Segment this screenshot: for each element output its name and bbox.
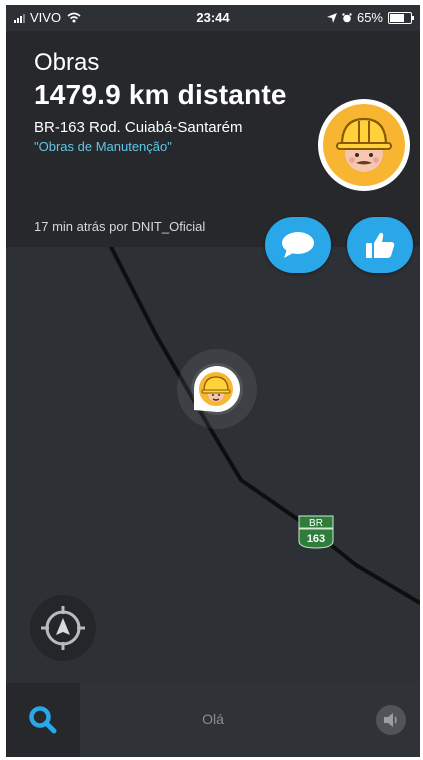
recenter-button[interactable] — [30, 595, 96, 661]
thumbs-up-icon — [366, 232, 395, 258]
shield-number: 163 — [307, 533, 325, 545]
alert-title: Obras — [34, 49, 100, 76]
bottom-bar: Olá — [6, 683, 420, 757]
shield-top-label: BR — [309, 518, 323, 529]
recenter-icon — [41, 606, 85, 650]
hazard-map-pin[interactable] — [194, 366, 240, 412]
alert-description: "Obras de Manutenção" — [34, 139, 172, 154]
highway-shield: BR 163 — [298, 515, 334, 549]
greeting-label: Olá — [202, 711, 224, 727]
alarm-icon — [342, 12, 352, 22]
alert-meta: 17 min atrás por DNIT_Oficial — [34, 219, 206, 234]
sound-button[interactable] — [376, 705, 406, 735]
alert-card[interactable]: Obras 1479.9 km distante BR-163 Rod. Cui… — [6, 31, 420, 247]
comment-icon — [282, 232, 314, 258]
location-arrow-icon — [326, 12, 337, 23]
like-button[interactable] — [347, 217, 413, 273]
battery-percent: 65% — [356, 10, 383, 25]
construction-worker-icon — [318, 99, 410, 191]
speaker-icon — [384, 713, 397, 727]
alert-distance: 1479.9 km distante — [34, 79, 287, 110]
alert-road: BR-163 Rod. Cuiabá-Santarém — [34, 119, 243, 136]
road-br-163 — [104, 236, 420, 605]
status-right: 65% — [326, 10, 414, 25]
battery-icon — [388, 11, 414, 24]
phone-screen: BR 163 VIVO 23:44 65% Obras 1479.9 km di… — [6, 5, 420, 757]
status-bar: VIVO 23:44 65% — [6, 5, 420, 31]
comment-button[interactable] — [265, 217, 331, 273]
